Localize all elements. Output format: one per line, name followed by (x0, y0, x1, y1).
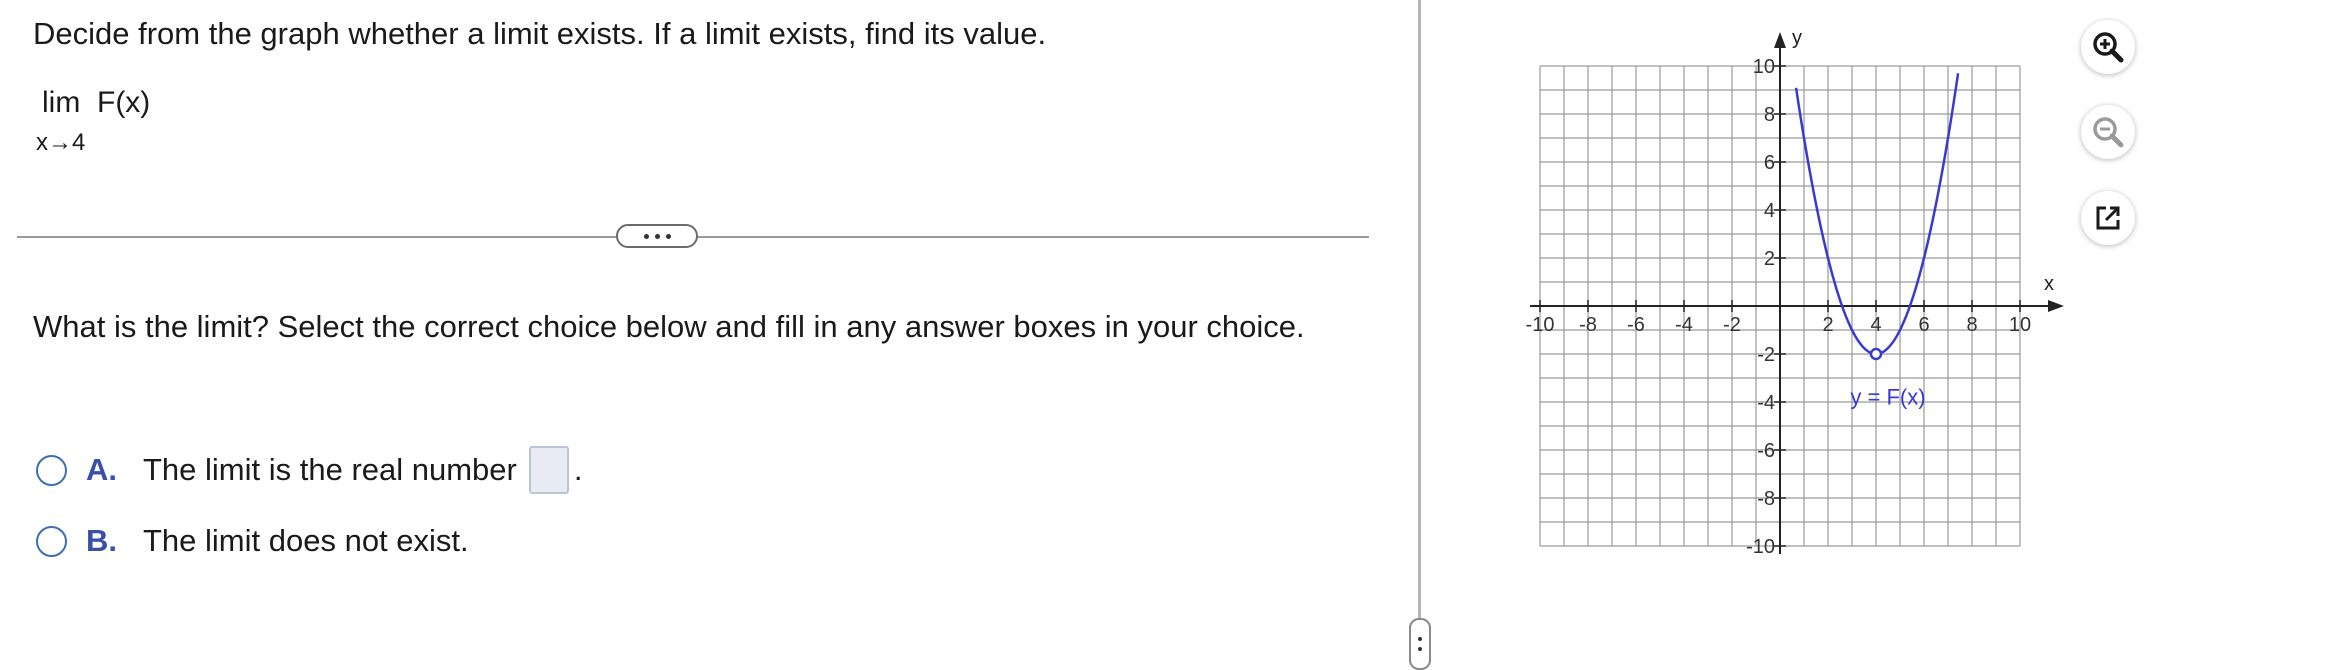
x-tick-label: -10 (1526, 314, 1555, 336)
choice-a-text: The limit is the real number (143, 452, 517, 487)
answer-prompt: What is the limit? Select the correct ch… (33, 309, 1305, 344)
y-tick-label: 4 (1764, 200, 1775, 222)
function-graph: xy -10 -8 -6 -4 -2 2 4 6 8 10108642-2-4-6-8-10 y … (1526, 27, 2064, 558)
zoom-in-icon (2093, 32, 2124, 63)
function-curve (1794, 73, 1960, 356)
pane-resize-handle[interactable] (1409, 618, 1431, 670)
choice-b-text: The limit does not exist. (143, 523, 469, 558)
y-tick-label: 6 (1764, 152, 1775, 174)
y-tick-label: 2 (1764, 248, 1775, 270)
question-pane: Decide from the graph whether a limit ex… (0, 0, 1410, 670)
x-tick-label: 6 (1918, 314, 1929, 336)
x-axis-arrow (2048, 300, 2064, 312)
graph-axes: xy (1530, 27, 2064, 554)
zoom-in-button[interactable] (2081, 20, 2135, 74)
x-tick-label: -8 (1579, 314, 1597, 336)
y-axis-label: y (1792, 27, 1802, 49)
choice-b-radio[interactable] (36, 525, 67, 557)
expand-button[interactable] (616, 224, 698, 248)
y-tick-label: -6 (1757, 440, 1775, 462)
x-tick-label: 4 (1870, 314, 1881, 336)
limit-function: lim F(x) (42, 86, 151, 119)
handle-dot (1418, 647, 1422, 651)
graph-curve-layer: y = F(x) (1794, 73, 1960, 409)
x-tick-label: -2 (1723, 314, 1741, 336)
handle-dot (1418, 637, 1422, 641)
curve-label: y = F(x) (1850, 384, 1925, 409)
ellipsis-dot (654, 233, 660, 239)
y-axis-arrow (1774, 32, 1786, 48)
choice-a-period: . (573, 452, 583, 487)
x-axis-label: x (2044, 273, 2054, 295)
pane-divider (1418, 0, 1421, 670)
x-tick-label: 10 (2009, 314, 2031, 336)
popout-icon (2096, 206, 2120, 230)
x-tick-label: -6 (1627, 314, 1645, 336)
choice-a[interactable]: A. The limit is the real number . (36, 446, 583, 494)
graph-panel: xy -10 -8 -6 -4 -2 2 4 6 8 10 10 8 6 4 2 -2 -4 -6 -8 -10 y … (1500, 18, 2080, 578)
popout-button[interactable] (2081, 191, 2135, 245)
choice-a-letter: A. (86, 452, 117, 487)
x-tick-label: -4 (1675, 314, 1693, 336)
x-tick-label: 8 (1966, 314, 1977, 336)
ellipsis-dot (665, 233, 671, 239)
y-tick-label: -10 (1746, 536, 1775, 558)
question-instruction: Decide from the graph whether a limit ex… (33, 16, 1047, 51)
y-tick-label: -4 (1757, 392, 1775, 414)
limit-answer-input[interactable] (528, 446, 569, 494)
open-circle-hole (1869, 347, 1883, 361)
y-tick-label: 8 (1764, 104, 1775, 126)
choice-a-radio[interactable] (36, 454, 67, 486)
limit-subscript: x→4 (36, 129, 86, 156)
choice-b[interactable]: B. The limit does not exist. (36, 523, 469, 559)
y-tick-label: -8 (1757, 488, 1775, 510)
y-tick-label: -2 (1757, 344, 1775, 366)
zoom-out-button[interactable] (2081, 105, 2135, 159)
limit-expression: lim F(x) x→4 (36, 85, 151, 157)
choice-b-letter: B. (86, 523, 117, 558)
x-tick-label: 2 (1822, 314, 1833, 336)
ellipsis-dot (643, 233, 649, 239)
y-tick-label: 10 (1753, 56, 1775, 78)
zoom-out-icon (2093, 117, 2124, 148)
